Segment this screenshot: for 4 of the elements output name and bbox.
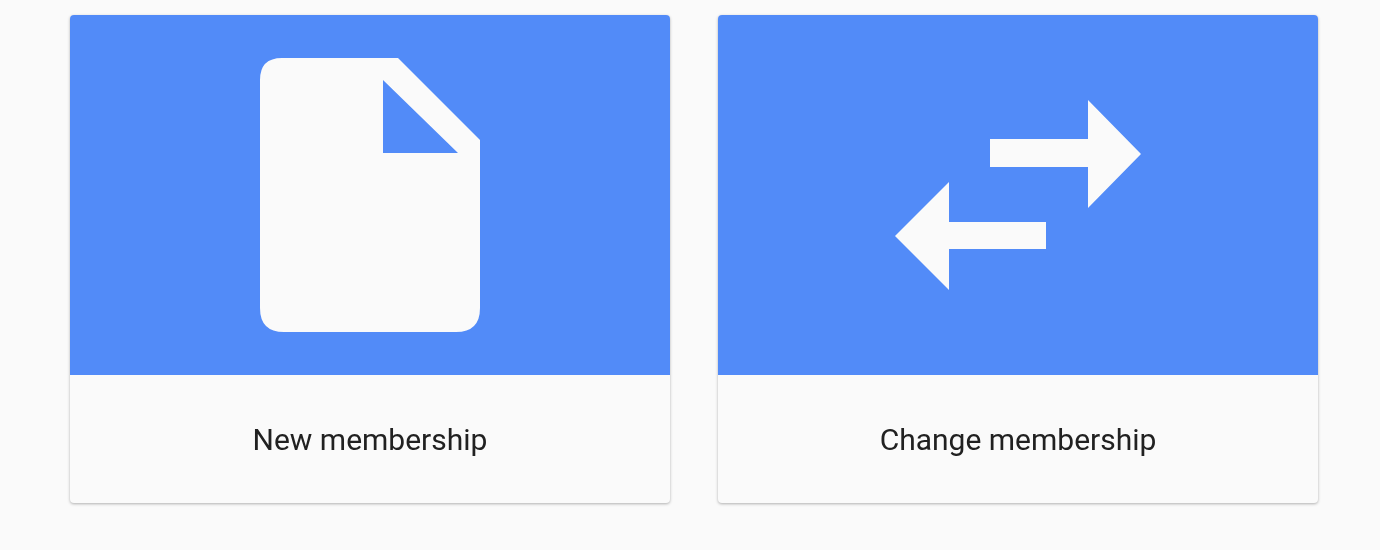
membership-card[interactable]: Change membership [718, 15, 1318, 503]
swap-arrows-icon [895, 100, 1141, 290]
document-icon [260, 58, 480, 332]
membership-card[interactable]: New membership [70, 15, 670, 503]
